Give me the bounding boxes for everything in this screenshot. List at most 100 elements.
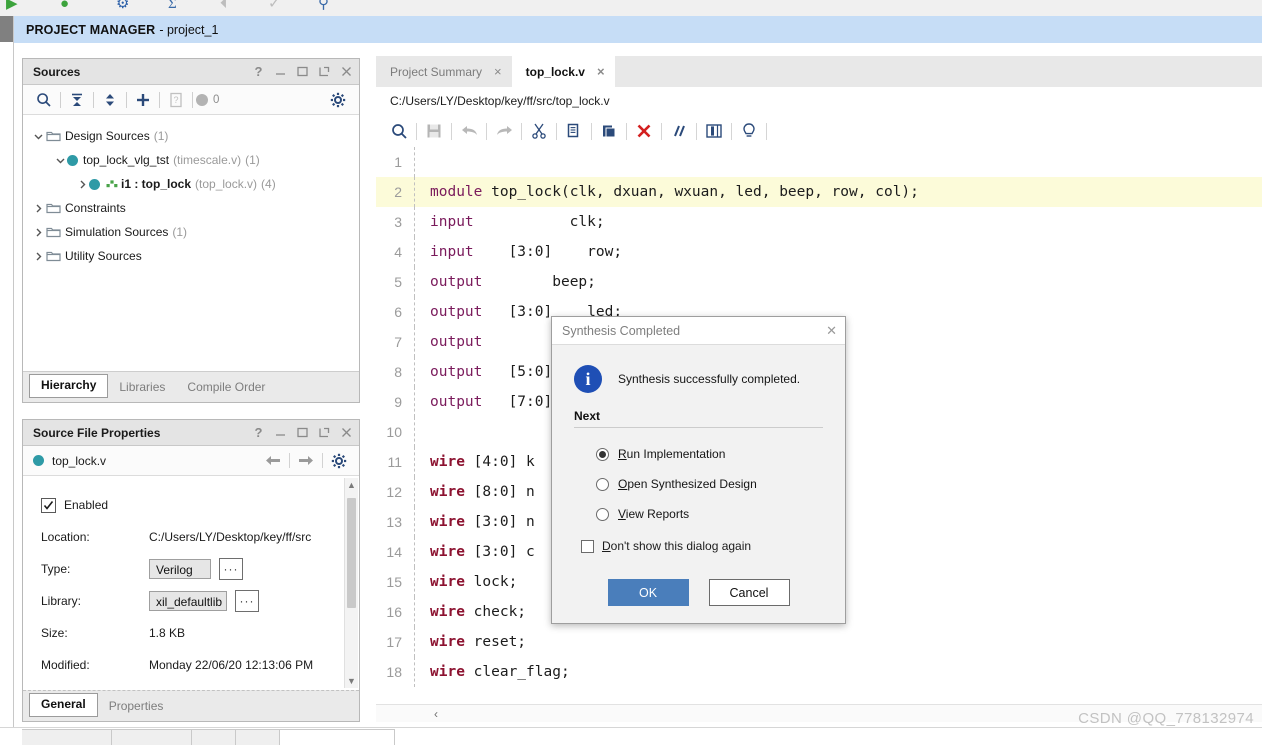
float-icon[interactable] <box>318 426 331 439</box>
radio-open-synthesized-design[interactable]: Open Synthesized Design <box>574 469 823 499</box>
chevron-left-icon[interactable]: ‹ <box>434 707 438 721</box>
add-sources-icon[interactable] <box>130 87 156 113</box>
chevron-right-icon[interactable] <box>31 201 45 215</box>
left-rail-divider <box>13 16 14 730</box>
enabled-checkbox[interactable] <box>41 497 56 513</box>
line-number: 16 <box>386 604 402 620</box>
radio-icon[interactable] <box>596 447 609 461</box>
tree-row[interactable]: Design Sources (1) <box>23 124 359 148</box>
folder-icon <box>45 250 62 262</box>
dont-show-again-row[interactable]: Don't show this dialog again <box>574 531 823 561</box>
library-field[interactable]: xil_defaultlib <box>149 591 227 611</box>
line-text: wire clear_flag; <box>416 664 570 680</box>
comment-icon[interactable] <box>664 117 694 145</box>
type-browse-button[interactable]: ··· <box>219 558 243 580</box>
scrollbar-thumb[interactable] <box>347 498 356 608</box>
line-text: wire [4:0] k <box>416 454 535 470</box>
ok-button[interactable]: OK <box>607 579 689 606</box>
tree-row[interactable]: Simulation Sources (1) <box>23 220 359 244</box>
copy-icon[interactable] <box>559 117 589 145</box>
sfp-vertical-scrollbar[interactable]: ▲ ▼ <box>344 478 358 688</box>
search-icon[interactable] <box>384 117 414 145</box>
cut-icon[interactable] <box>524 117 554 145</box>
line-text: wire lock; <box>416 574 517 590</box>
float-icon[interactable] <box>318 65 331 78</box>
tree-row[interactable]: Constraints <box>23 196 359 220</box>
tree-row[interactable]: top_lock_vlg_tst (timescale.v) (1) <box>23 148 359 172</box>
bottom-tab[interactable] <box>192 729 236 745</box>
chevron-right-icon[interactable] <box>31 225 45 239</box>
dont-show-checkbox[interactable] <box>581 539 594 553</box>
type-field[interactable]: Verilog <box>149 559 211 579</box>
minimize-icon[interactable] <box>274 426 287 439</box>
wrench-icon[interactable]: ⚲ <box>318 0 329 12</box>
collapse-all-icon[interactable] <box>64 87 90 113</box>
tab-libraries[interactable]: Libraries <box>108 376 176 398</box>
folder-icon <box>45 226 62 238</box>
cancel-button[interactable]: Cancel <box>708 579 790 606</box>
chevron-down-icon[interactable] <box>53 153 67 167</box>
blue-gear-icon[interactable]: ⚙ <box>116 0 129 12</box>
expand-collapse-icon[interactable] <box>97 87 123 113</box>
project-manager-header: PROJECT MANAGER - project_1 <box>14 16 1262 43</box>
bottom-tab-bar[interactable] <box>22 729 395 745</box>
chevron-down-icon[interactable] <box>31 129 45 143</box>
bottom-tab-active[interactable] <box>280 729 395 745</box>
bottom-tab[interactable] <box>112 729 192 745</box>
maximize-icon[interactable] <box>296 426 309 439</box>
tab-compile-order[interactable]: Compile Order <box>176 376 276 398</box>
tab-general[interactable]: General <box>29 693 98 717</box>
paste-icon[interactable] <box>594 117 624 145</box>
hint-icon[interactable] <box>734 117 764 145</box>
sources-tree[interactable]: Design Sources (1) top_lock_vlg_tst (tim… <box>23 116 359 370</box>
keyword: wire <box>430 604 465 620</box>
tab-top-lock-v[interactable]: top_lock.v × <box>511 56 615 87</box>
delete-icon[interactable] <box>629 117 659 145</box>
property-label: Location: <box>41 530 90 544</box>
tab-project-summary[interactable]: Project Summary × <box>376 56 512 87</box>
columns-icon[interactable] <box>699 117 729 145</box>
tree-row[interactable]: Utility Sources <box>23 244 359 268</box>
bottom-tab[interactable] <box>22 729 112 745</box>
tree-count: (1) <box>245 153 260 167</box>
gear-icon[interactable] <box>325 87 351 113</box>
green-play-icon[interactable]: ● <box>60 0 69 12</box>
help-icon[interactable]: ? <box>252 425 265 440</box>
radio-icon[interactable] <box>596 477 609 491</box>
line-rest: [3:0] n <box>464 514 535 530</box>
close-icon[interactable]: × <box>494 65 502 78</box>
property-value: Monday 22/06/20 12:13:06 PM <box>149 658 314 672</box>
scroll-down-icon[interactable]: ▼ <box>345 674 358 688</box>
close-icon[interactable] <box>340 65 353 78</box>
sigma-icon[interactable]: Σ <box>168 0 177 12</box>
code-line: 4 input [3:0] row; <box>376 237 1262 267</box>
keyword: wire <box>430 514 465 530</box>
tab-hierarchy[interactable]: Hierarchy <box>29 374 109 398</box>
forward-arrow-icon[interactable] <box>294 449 318 473</box>
enabled-row[interactable]: Enabled <box>41 489 359 521</box>
radio-icon[interactable] <box>596 507 609 521</box>
maximize-icon[interactable] <box>296 65 309 78</box>
search-icon[interactable] <box>31 87 57 113</box>
line-number: 5 <box>394 274 402 290</box>
chevron-right-icon[interactable] <box>75 177 89 191</box>
scroll-up-icon[interactable]: ▲ <box>345 478 358 492</box>
page-title: PROJECT MANAGER <box>26 22 156 37</box>
radio-view-reports[interactable]: View Reports <box>574 499 823 529</box>
line-rest: clear_flag; <box>464 664 570 680</box>
back-arrow-icon[interactable] <box>261 449 285 473</box>
bottom-tab[interactable] <box>236 729 280 745</box>
gear-icon[interactable] <box>327 449 351 473</box>
tree-row[interactable]: i1 : top_lock (top_lock.v) (4) <box>23 172 359 196</box>
minimize-icon[interactable] <box>274 65 287 78</box>
close-icon[interactable] <box>340 426 353 439</box>
close-icon[interactable]: × <box>597 65 605 78</box>
chevron-right-icon[interactable] <box>31 249 45 263</box>
library-browse-button[interactable]: ··· <box>235 590 259 612</box>
radio-run-implementation[interactable]: Run Implementation <box>574 439 823 469</box>
close-icon[interactable]: ✕ <box>826 323 837 339</box>
tab-properties[interactable]: Properties <box>98 695 175 717</box>
property-label: Library: <box>41 594 82 608</box>
help-icon[interactable]: ? <box>252 64 265 79</box>
green-arrow-icon[interactable]: ▶ <box>6 0 18 12</box>
